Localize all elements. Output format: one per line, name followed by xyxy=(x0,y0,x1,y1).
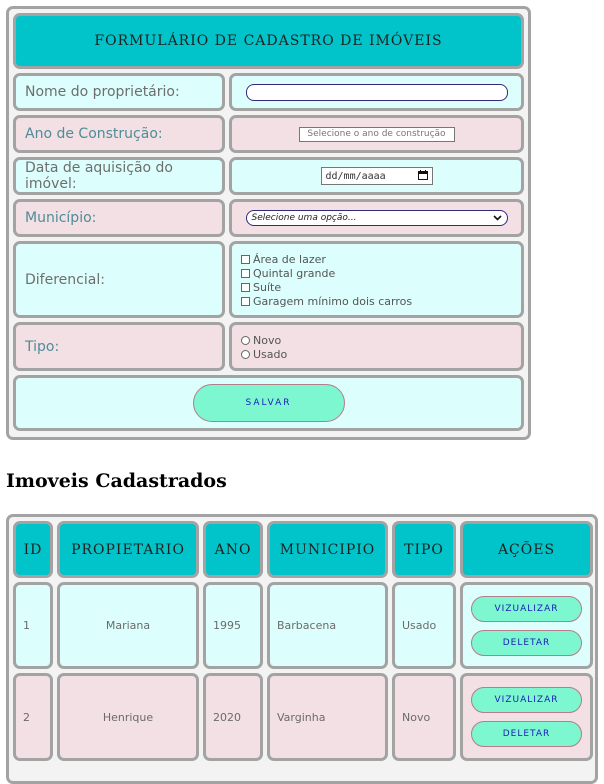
delete-button[interactable]: DELETAR xyxy=(471,629,582,656)
extras-cell: Área de lazer Quintal grande Suíte Garag… xyxy=(229,241,524,318)
chevron-down-icon[interactable] xyxy=(492,213,502,224)
type-option-label: Novo xyxy=(253,333,282,347)
checkbox[interactable] xyxy=(241,296,250,306)
extra-option-label: Quintal grande xyxy=(253,266,336,280)
extras-label: Diferencial: xyxy=(13,241,225,318)
row-1-id: 1 xyxy=(13,582,53,669)
city-select-value: Selecione uma opção... xyxy=(251,213,357,223)
column-header-owner: PROPIETARIO xyxy=(57,521,199,578)
save-button[interactable]: SALVAR xyxy=(192,384,345,422)
year-label: Ano de Construção: xyxy=(13,115,225,153)
row-1-year: 1995 xyxy=(203,582,263,669)
column-header-actions: AÇÕES xyxy=(460,521,593,578)
year-input[interactable] xyxy=(298,126,455,142)
type-option-label: Usado xyxy=(253,347,288,361)
row-2-id: 2 xyxy=(13,673,53,761)
column-header-type: TIPO xyxy=(392,521,456,578)
row-2-type: Novo xyxy=(392,673,456,761)
radio-button[interactable] xyxy=(241,349,250,359)
extra-option-label: Suíte xyxy=(253,280,282,294)
type-option-new[interactable]: Novo xyxy=(241,333,521,347)
city-select[interactable]: Selecione uma opção... xyxy=(245,210,508,226)
row-1-city: Barbacena xyxy=(267,582,388,669)
date-label: Data de aquisição do imóvel: xyxy=(13,157,225,195)
date-placeholder: dd/mm/aaaa xyxy=(325,170,386,182)
property-form: FORMULÁRIO DE CADASTRO DE IMÓVEIS Nome d… xyxy=(6,6,531,440)
row-1-owner: Mariana xyxy=(57,582,199,669)
extra-option-label: Garagem mínimo dois carros xyxy=(253,294,413,308)
row-2-city: Varginha xyxy=(267,673,388,761)
properties-table: ID PROPIETARIO ANO MUNICIPIO TIPO AÇÕES … xyxy=(6,514,598,784)
year-input-cell xyxy=(229,115,524,153)
checkbox[interactable] xyxy=(241,254,250,264)
radio-button[interactable] xyxy=(241,335,250,345)
checkbox[interactable] xyxy=(241,268,250,278)
checkbox[interactable] xyxy=(241,282,250,292)
type-option-used[interactable]: Usado xyxy=(241,347,521,361)
column-header-year: ANO xyxy=(203,521,263,578)
row-2-year: 2020 xyxy=(203,673,263,761)
row-1-type: Usado xyxy=(392,582,456,669)
owner-input[interactable] xyxy=(245,83,508,101)
extra-option-leisure[interactable]: Área de lazer xyxy=(241,252,521,266)
column-header-id: ID xyxy=(13,521,53,578)
extra-option-yard[interactable]: Quintal grande xyxy=(241,266,521,280)
list-heading: Imoveis Cadastrados xyxy=(6,470,227,492)
form-title: FORMULÁRIO DE CADASTRO DE IMÓVEIS xyxy=(13,13,524,69)
type-cell: Novo Usado xyxy=(229,322,524,371)
extra-option-suite[interactable]: Suíte xyxy=(241,280,521,294)
row-2-owner: Henrique xyxy=(57,673,199,761)
delete-button[interactable]: DELETAR xyxy=(471,721,582,747)
extra-option-label: Área de lazer xyxy=(253,252,326,266)
date-input-cell: dd/mm/aaaa xyxy=(229,157,524,195)
city-label: Município: xyxy=(13,199,225,237)
view-button[interactable]: VIZUALIZAR xyxy=(471,595,582,622)
view-button[interactable]: VIZUALIZAR xyxy=(471,687,582,713)
owner-input-cell xyxy=(229,73,524,111)
extra-option-garage[interactable]: Garagem mínimo dois carros xyxy=(241,294,521,308)
type-label: Tipo: xyxy=(13,322,225,371)
owner-label: Nome do proprietário: xyxy=(13,73,225,111)
date-input[interactable]: dd/mm/aaaa xyxy=(320,167,433,185)
column-header-city: MUNICIPIO xyxy=(267,521,388,578)
calendar-icon[interactable] xyxy=(417,169,428,183)
city-select-cell: Selecione uma opção... xyxy=(229,199,524,237)
row-2-actions: VIZUALIZAR DELETAR xyxy=(460,673,593,761)
row-1-actions: VIZUALIZAR DELETAR xyxy=(460,582,593,669)
save-cell: SALVAR xyxy=(13,375,524,431)
